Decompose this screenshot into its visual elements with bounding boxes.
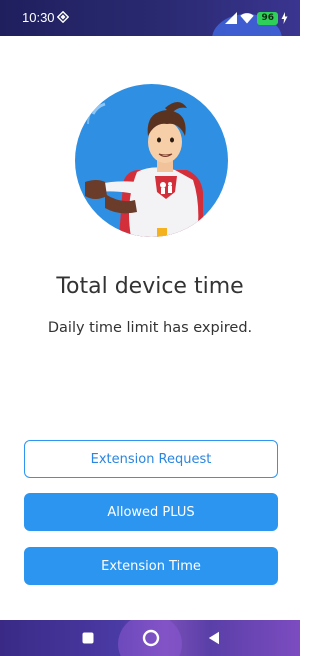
home-circle-icon bbox=[142, 629, 160, 647]
battery-icon: 96 bbox=[257, 11, 278, 25]
vpn-diamond-icon bbox=[57, 11, 69, 23]
status-time: 10:30 bbox=[22, 10, 55, 25]
page-title: Total device time bbox=[56, 274, 244, 299]
extension-time-button[interactable]: Extension Time bbox=[24, 547, 278, 585]
status-bar: 10:30 96 bbox=[0, 0, 300, 36]
navigation-bar bbox=[0, 620, 300, 656]
recents-button[interactable] bbox=[78, 629, 98, 647]
page-subtitle: Daily time limit has expired. bbox=[47, 320, 253, 336]
home-button[interactable] bbox=[141, 629, 161, 647]
back-button[interactable] bbox=[204, 629, 224, 647]
superhero-mascot-image bbox=[75, 84, 228, 237]
back-triangle-icon bbox=[208, 631, 219, 645]
extension-request-button[interactable]: Extension Request bbox=[24, 440, 278, 478]
signal-icon bbox=[225, 12, 238, 24]
allowed-plus-button[interactable]: Allowed PLUS bbox=[24, 493, 278, 531]
recents-square-icon bbox=[82, 632, 94, 644]
status-icons: 96 bbox=[225, 8, 288, 28]
wifi-icon bbox=[240, 13, 255, 24]
charging-bolt-icon bbox=[281, 12, 288, 24]
